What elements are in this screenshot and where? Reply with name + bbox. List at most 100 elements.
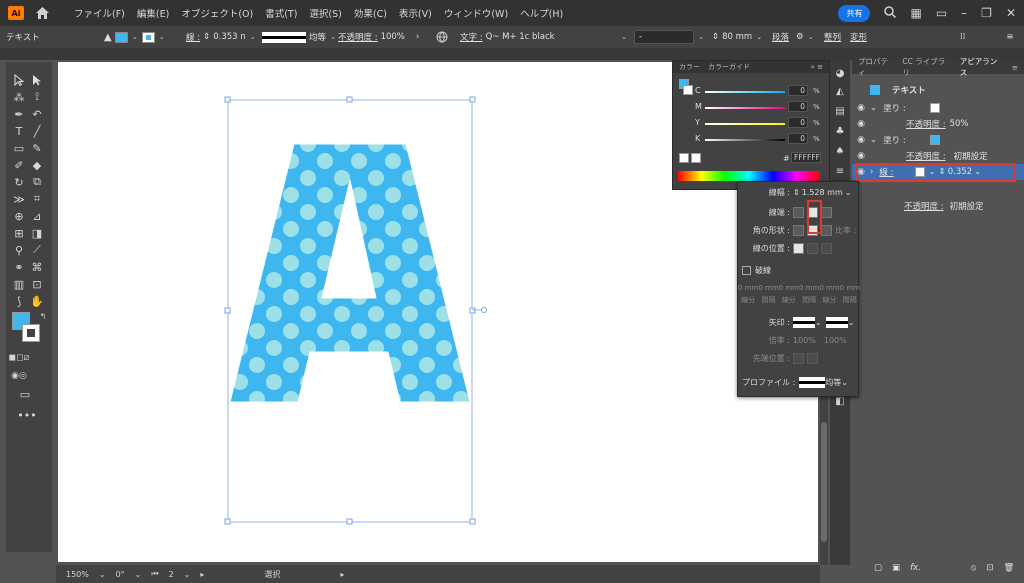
- first-artboard-icon[interactable]: ⏮: [151, 569, 158, 579]
- transform-label[interactable]: 変形: [850, 31, 867, 43]
- guide-panel-icon[interactable]: ◭: [832, 84, 848, 98]
- menu-file[interactable]: ファイル(F): [74, 6, 125, 20]
- font-style-value[interactable]: -: [634, 30, 694, 44]
- menu-type[interactable]: 書式(T): [265, 6, 297, 20]
- grid-icon[interactable]: ⁞⁞: [960, 32, 965, 42]
- fx-icon[interactable]: fx.: [910, 563, 921, 573]
- eraser-tool-icon[interactable]: ◆: [28, 157, 46, 173]
- appearance-fill2-row[interactable]: ◉ ⌄ 塗り :: [852, 132, 1024, 148]
- font-name[interactable]: Q~ M+ 1c black: [486, 32, 555, 42]
- chevron-down-icon[interactable]: ⌄: [158, 33, 166, 41]
- chevron-down-icon[interactable]: ⌄: [329, 33, 337, 41]
- brushes-panel-icon[interactable]: ♣: [832, 124, 848, 138]
- butt-cap-icon[interactable]: [793, 206, 804, 218]
- chevron-down-icon[interactable]: ⌄: [845, 188, 852, 197]
- gap-field-3[interactable]: 0 mm: [840, 284, 860, 292]
- none-swatch[interactable]: [679, 153, 689, 163]
- close-icon[interactable]: ✕: [1006, 6, 1016, 20]
- yellow-slider[interactable]: [705, 123, 785, 125]
- zoom-level[interactable]: 150%: [66, 570, 89, 579]
- stroke-weight-control[interactable]: 線 : ⇕ 0.353 n ⌄: [186, 26, 257, 48]
- opacity3-label[interactable]: 不透明度 :: [904, 200, 944, 212]
- share-button[interactable]: 共有: [838, 4, 871, 22]
- stroke-weight-row[interactable]: 線幅 : ⇕ 1.528 mm ⌄: [738, 184, 860, 200]
- font-dropdown[interactable]: ⌄: [620, 26, 628, 48]
- search-icon[interactable]: [884, 5, 897, 21]
- fill1-swatch[interactable]: [929, 103, 940, 113]
- opacity2-label[interactable]: 不透明度 :: [906, 150, 946, 162]
- position-row[interactable]: 先端位置 :: [738, 350, 860, 366]
- scroll-thumb[interactable]: [821, 422, 827, 542]
- restore-icon[interactable]: ❐: [981, 6, 992, 20]
- white-swatch[interactable]: [691, 153, 701, 163]
- dash-field-2[interactable]: 0 mm: [779, 284, 799, 292]
- font-size-value[interactable]: 80 mm: [722, 32, 752, 42]
- weight-value[interactable]: 1.528 mm: [802, 188, 843, 197]
- curvature-tool-icon[interactable]: ↶: [28, 106, 46, 122]
- menu-window[interactable]: ウィンドウ(W): [444, 6, 508, 20]
- stroke-label[interactable]: 線 :: [186, 31, 200, 43]
- fill-control[interactable]: ▲ ⌄ ⌄: [104, 26, 166, 48]
- symbols-panel-icon[interactable]: ♠: [832, 144, 848, 158]
- tab-properties[interactable]: プロパティ: [858, 56, 894, 78]
- hex-field[interactable]: FFFFFF: [791, 152, 821, 163]
- font-size-control[interactable]: ⇕ 80 mm ⌄: [712, 26, 763, 48]
- chevron-down-icon[interactable]: ⌄: [620, 33, 628, 41]
- black-value[interactable]: 0: [788, 133, 808, 144]
- align-outside-icon[interactable]: [821, 242, 832, 254]
- arrow-position-icon[interactable]: [793, 352, 804, 364]
- selection-tool-icon[interactable]: [10, 72, 28, 88]
- opacity1-label[interactable]: 不透明度 :: [906, 118, 946, 130]
- rectangle-tool-icon[interactable]: ▭: [10, 140, 28, 156]
- rotate-tool-icon[interactable]: ↻: [10, 174, 28, 190]
- fill2-swatch[interactable]: [929, 135, 940, 145]
- align-row[interactable]: 線の位置 :: [738, 240, 860, 256]
- arrow-end-select[interactable]: [825, 316, 848, 328]
- gap-field-2[interactable]: 0 mm: [799, 284, 819, 292]
- menu-help[interactable]: ヘルプ(H): [520, 6, 563, 20]
- chevron-down-icon[interactable]: ⌄: [870, 135, 877, 145]
- bevel-join-icon[interactable]: [821, 224, 832, 236]
- arrange-icon[interactable]: ▭: [936, 6, 947, 20]
- scale-row[interactable]: 倍率 : 100% 100%: [738, 332, 860, 348]
- appearance-opacity1-row[interactable]: ◉ 不透明度 : 50%: [852, 116, 1024, 132]
- tab-color-guide[interactable]: カラーガイド: [708, 62, 750, 72]
- mesh-tool-icon[interactable]: ⊞: [10, 225, 28, 241]
- arrow-start-select[interactable]: [793, 316, 815, 328]
- color-modes-icon[interactable]: ◼◻⧄: [9, 350, 30, 366]
- gear-icon[interactable]: ⚙: [796, 32, 804, 42]
- dash-row[interactable]: 破線: [738, 262, 860, 278]
- appearance-opacity2-row[interactable]: ◉ 不透明度 : 初期設定: [852, 148, 1024, 164]
- opacity-value[interactable]: 100%: [381, 32, 405, 42]
- eye-icon[interactable]: ◉: [852, 119, 870, 129]
- tab-color[interactable]: カラー: [679, 62, 700, 72]
- scale1-value[interactable]: 100%: [793, 336, 816, 345]
- chevron-down-icon[interactable]: ⌄: [99, 570, 106, 579]
- eye-icon[interactable]: ◉: [852, 135, 870, 145]
- chevron-down-icon[interactable]: ⌄: [807, 33, 815, 41]
- pencil-tool-icon[interactable]: ✎: [28, 140, 46, 156]
- stroke-swatch[interactable]: [141, 31, 155, 43]
- stroke-panel-icon[interactable]: ≡: [832, 164, 848, 178]
- add-stroke-icon[interactable]: ▢: [874, 563, 882, 573]
- character-control[interactable]: 文字 : Q~ M+ 1c black: [460, 26, 555, 48]
- shaper-tool-icon[interactable]: ✐: [10, 157, 28, 173]
- gap-field-1[interactable]: 0 mm: [758, 284, 778, 292]
- pen-tool-icon[interactable]: ✒: [10, 106, 28, 122]
- scale-tool-icon[interactable]: ⧉: [28, 174, 46, 190]
- align-label[interactable]: 整列: [824, 31, 841, 43]
- artboard-number[interactable]: 2: [169, 570, 174, 579]
- chevron-down-icon[interactable]: ⌄: [249, 33, 257, 41]
- measure-tool-icon[interactable]: ⟋: [28, 242, 46, 258]
- appearance-object-row[interactable]: テキスト: [852, 82, 1024, 98]
- align-inside-icon[interactable]: [807, 242, 818, 254]
- stroke-color-swatch[interactable]: [22, 324, 40, 342]
- stepper-icon[interactable]: ⇕: [793, 188, 800, 197]
- eye-icon[interactable]: ◉: [852, 103, 870, 113]
- direct-selection-tool-icon[interactable]: [28, 72, 46, 88]
- width-tool-icon[interactable]: ≫: [10, 191, 28, 207]
- magic-wand-tool-icon[interactable]: ⁂: [10, 89, 28, 105]
- paragraph-link[interactable]: 段落 ⚙ ⌄: [772, 26, 815, 48]
- chevron-down-icon[interactable]: ⌄: [815, 318, 822, 327]
- clear-icon[interactable]: ⦸: [971, 563, 977, 573]
